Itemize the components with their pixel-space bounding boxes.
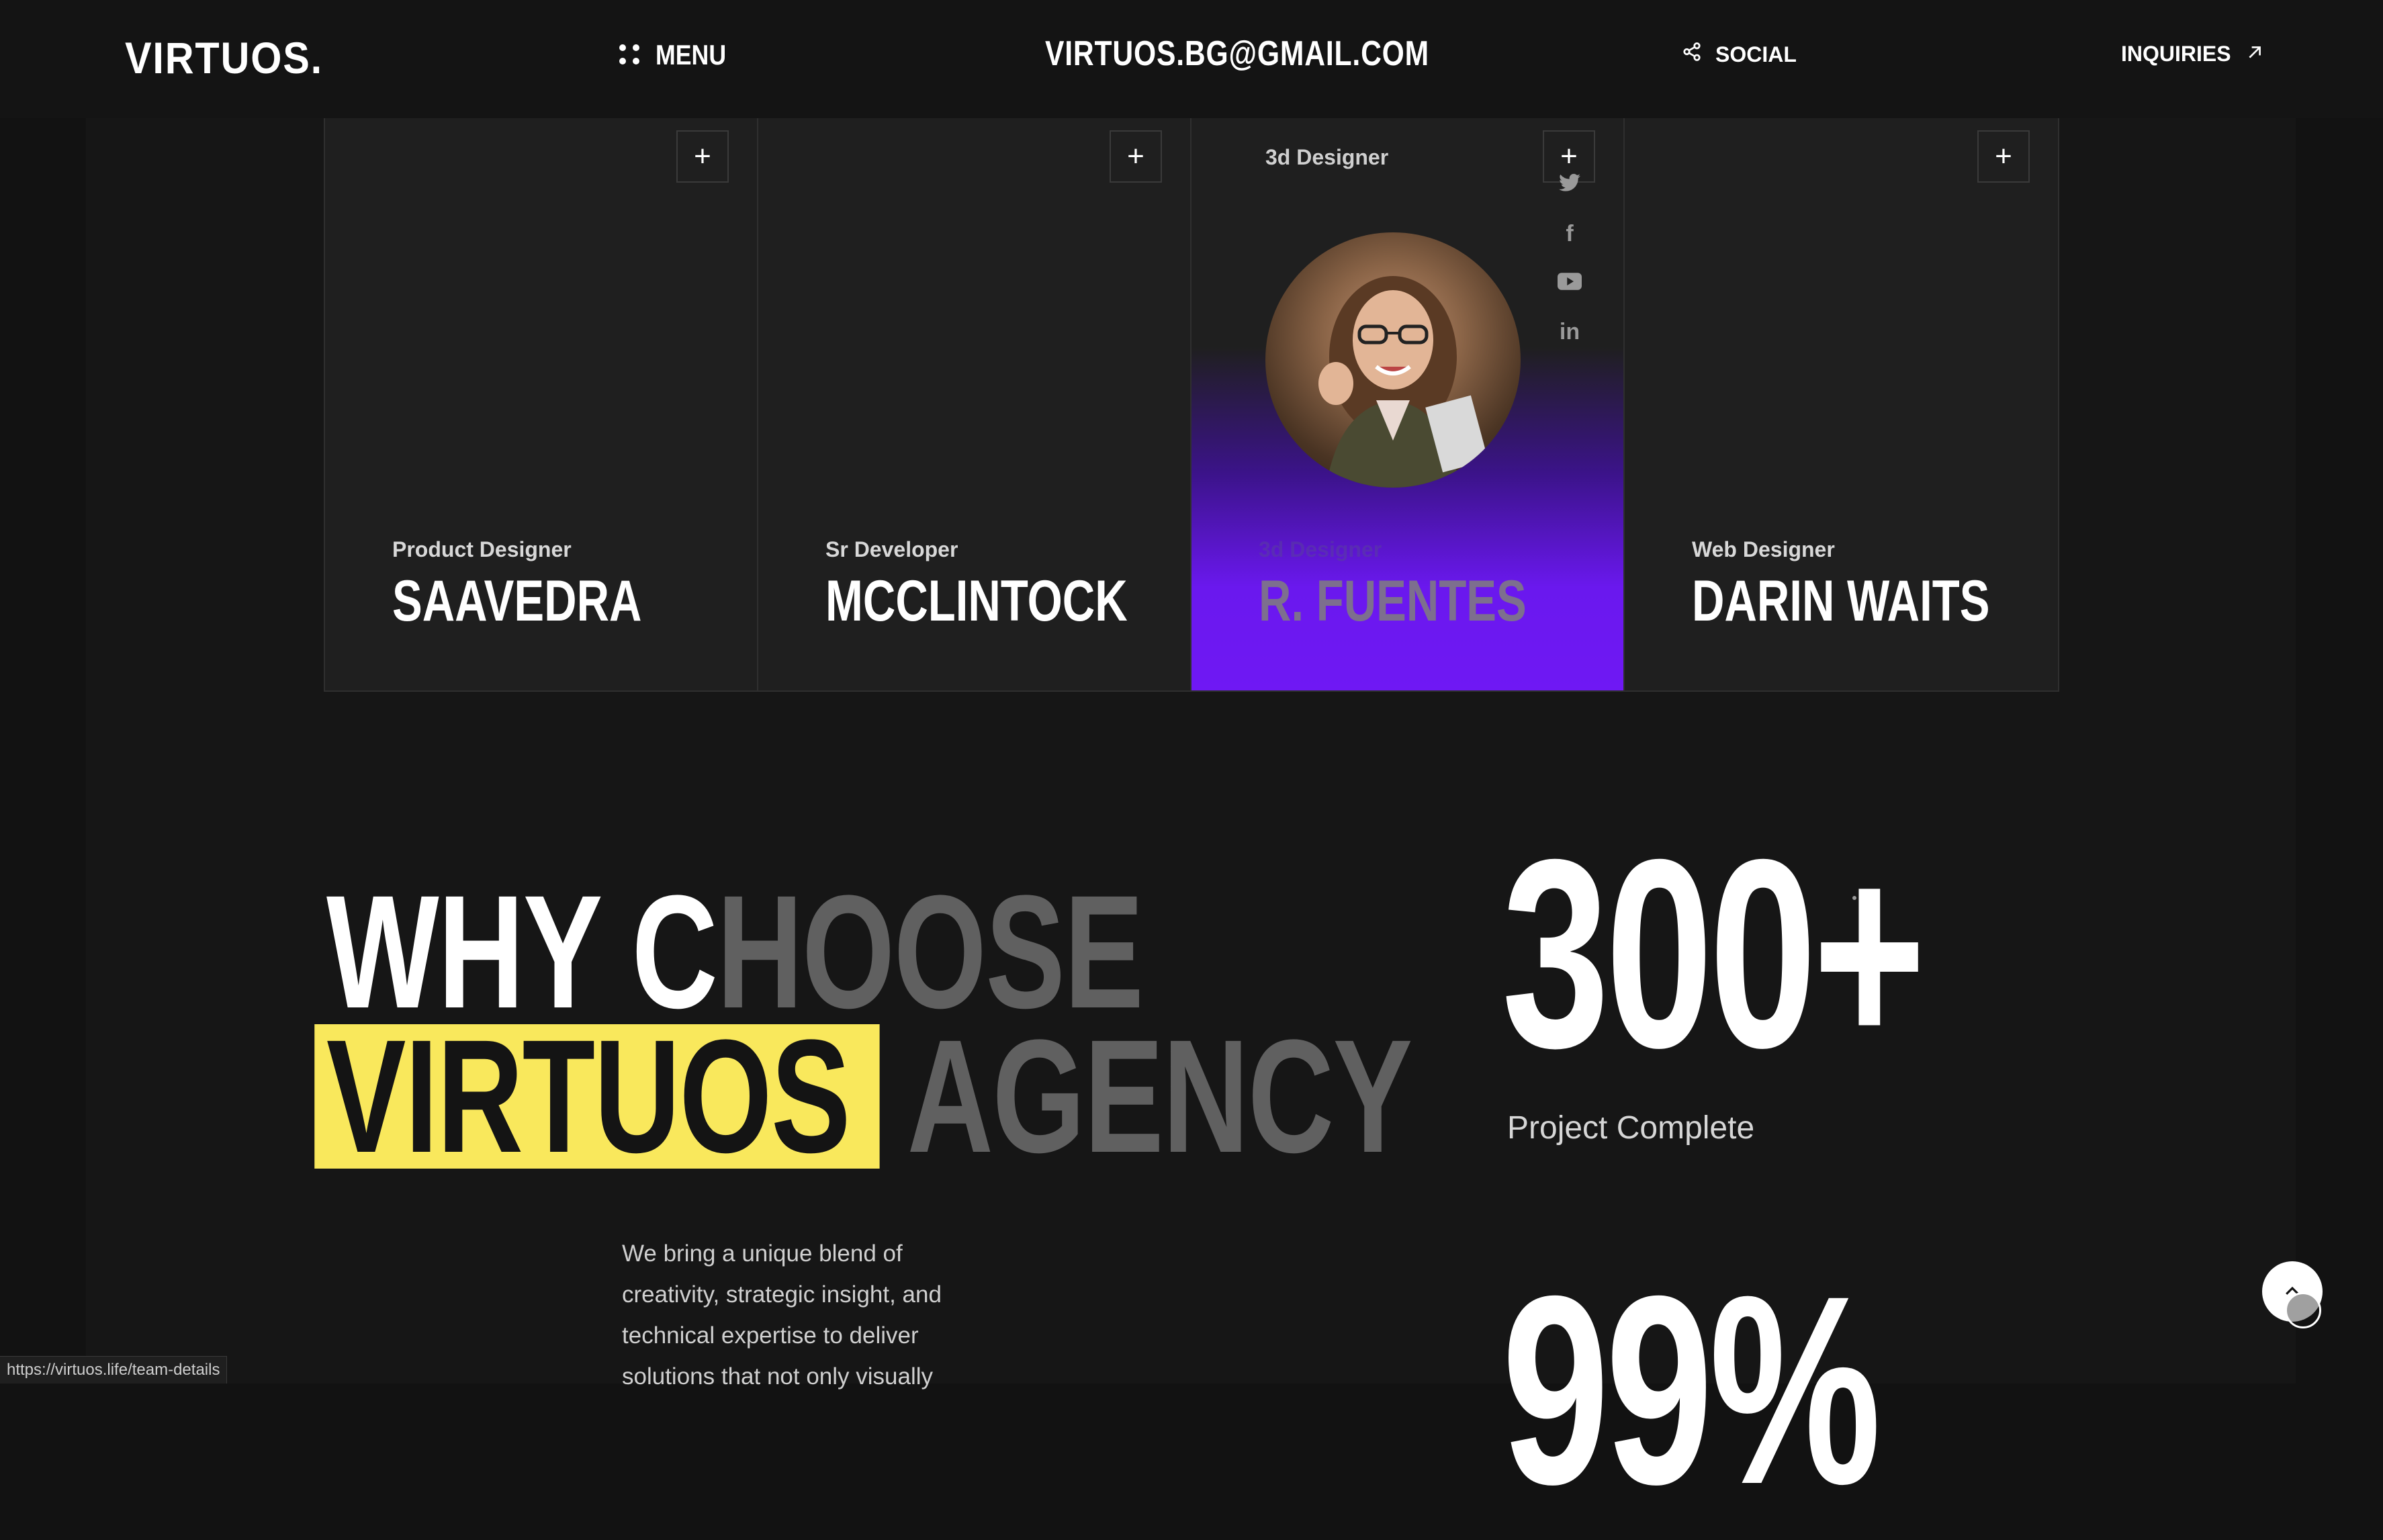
heading-dim-text: AGENCY	[879, 1006, 1412, 1186]
team-card-active[interactable]: 3d Designer + f in 3d Designer R. FUENTE…	[1192, 118, 1625, 690]
facebook-icon[interactable]: f	[1556, 221, 1583, 247]
share-icon	[1682, 42, 1702, 67]
member-social-links: f in	[1556, 172, 1583, 345]
inquiries-label: INQUIRIES	[2121, 42, 2231, 66]
member-role: Web Designer	[1692, 537, 1835, 561]
status-bar-url: https://virtuos.life/team-details	[0, 1356, 228, 1384]
heading-line-1: WHY CHOOSE	[326, 871, 1412, 1032]
team-card[interactable]: + Web Designer DARIN WAITS	[1625, 118, 2058, 690]
team-grid: + Product Designer SAAVEDRA + Sr Develop…	[324, 118, 2059, 692]
youtube-icon[interactable]	[1556, 270, 1583, 296]
plus-icon[interactable]: +	[1110, 130, 1162, 183]
site-header: VIRTUOS. MENU VIRTUOS.BG@GMAIL.COM SOCIA…	[0, 0, 2383, 118]
plus-icon[interactable]: +	[1977, 130, 2030, 183]
member-role: 3d Designer	[1265, 145, 1389, 169]
email-link[interactable]: VIRTUOS.BG@GMAIL.COM	[1045, 34, 1429, 74]
menu-dots-icon	[619, 44, 641, 66]
member-role-ghost: 3d Designer	[1259, 537, 1382, 561]
twitter-icon[interactable]	[1556, 172, 1583, 198]
plus-icon[interactable]: +	[676, 130, 729, 183]
member-name[interactable]: SAAVEDRA	[392, 568, 641, 635]
cursor-ring	[2285, 1292, 2321, 1328]
member-avatar	[1265, 232, 1521, 488]
why-description: We bring a unique blend of creativity, s…	[622, 1240, 942, 1390]
member-name[interactable]: R. FUENTES	[1259, 568, 1527, 635]
member-name[interactable]: DARIN WAITS	[1692, 568, 1989, 635]
linkedin-icon[interactable]: in	[1556, 319, 1583, 345]
member-name[interactable]: MCCLINTOCK	[825, 568, 1128, 635]
heading-line-2: VIRTUOS AGENCY	[314, 1015, 1412, 1177]
social-label: SOCIAL	[1715, 42, 1797, 66]
decorative-dot	[1852, 896, 1856, 900]
stat-value: 300+	[1502, 803, 1926, 1103]
menu-button[interactable]: MENU	[619, 39, 739, 71]
member-role: Sr Developer	[825, 537, 958, 561]
highlighted-text: VIRTUOS	[314, 1015, 880, 1177]
arrow-up-right-icon	[2246, 42, 2263, 66]
stat-value: 99%	[1502, 1240, 1881, 1540]
team-card[interactable]: + Sr Developer MCCLINTOCK	[758, 118, 1192, 690]
menu-label: MENU	[656, 39, 727, 71]
member-role: Product Designer	[392, 537, 572, 561]
inquiries-link[interactable]: INQUIRIES	[2121, 42, 2263, 66]
team-card[interactable]: + Product Designer SAAVEDRA	[325, 118, 758, 690]
social-button[interactable]: SOCIAL	[1682, 42, 1797, 67]
logo[interactable]: VIRTUOS.	[125, 32, 323, 83]
stat-label: Project Complete	[1507, 1110, 1755, 1146]
